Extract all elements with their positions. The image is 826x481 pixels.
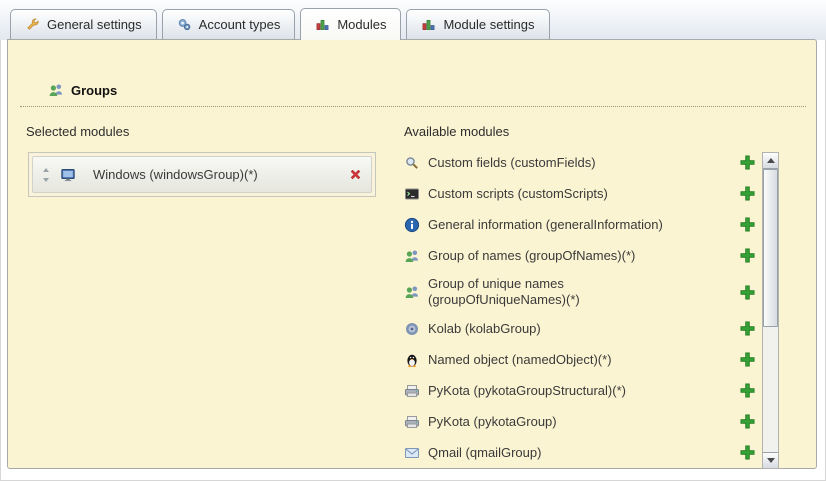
section-header: Groups xyxy=(48,82,117,98)
tab-label: Modules xyxy=(337,17,386,32)
arrow-up-icon xyxy=(767,158,775,163)
add-module-button[interactable] xyxy=(739,154,756,171)
tab-module-settings[interactable]: Module settings xyxy=(406,9,549,39)
scroll-thumb[interactable] xyxy=(763,169,778,327)
add-module-button[interactable] xyxy=(739,247,756,264)
plus-icon xyxy=(739,154,756,171)
red-x-icon xyxy=(348,167,363,182)
tab-label: Module settings xyxy=(443,17,534,32)
tab-label: General settings xyxy=(47,17,142,32)
gears-icon xyxy=(177,17,192,32)
scroll-up-button[interactable] xyxy=(763,153,778,169)
add-module-button[interactable] xyxy=(739,444,756,461)
plus-icon xyxy=(739,351,756,368)
tab-label: Account types xyxy=(199,17,281,32)
add-module-button[interactable] xyxy=(739,284,756,301)
group-icon xyxy=(404,248,420,264)
info-icon xyxy=(404,217,420,233)
tab-account-types[interactable]: Account types xyxy=(162,9,296,39)
scrollbar[interactable] xyxy=(762,152,779,469)
bar-blocks-icon xyxy=(315,17,330,32)
selected-modules-box: Windows (windowsGroup)(*) xyxy=(28,152,376,197)
arrow-down-icon xyxy=(767,458,775,463)
module-row: Named object (namedObject)(*) xyxy=(404,349,762,370)
group-icon xyxy=(404,284,420,300)
selected-modules-heading: Selected modules xyxy=(26,124,129,139)
wrench-icon xyxy=(25,17,40,32)
add-module-button[interactable] xyxy=(739,185,756,202)
drag-handle-icon[interactable] xyxy=(41,167,51,183)
add-module-button[interactable] xyxy=(739,382,756,399)
bar-blocks-icon xyxy=(421,17,436,32)
magnifier-icon xyxy=(404,155,420,171)
divider xyxy=(20,106,806,107)
module-label: Custom fields (customFields) xyxy=(428,155,596,171)
selected-module-label: Windows (windowsGroup)(*) xyxy=(93,167,258,183)
module-row: Qmail (qmailGroup) xyxy=(404,442,762,463)
module-label: Group of names (groupOfNames)(*) xyxy=(428,248,635,264)
module-row: Custom fields (customFields) xyxy=(404,152,762,173)
plus-icon xyxy=(739,413,756,430)
plus-icon xyxy=(739,284,756,301)
app-window: General settings Account types Modules M… xyxy=(0,0,826,481)
module-row: General information (generalInformation) xyxy=(404,214,762,235)
plus-icon xyxy=(739,185,756,202)
tab-bar: General settings Account types Modules M… xyxy=(10,9,550,40)
plus-icon xyxy=(739,444,756,461)
module-label: PyKota (pykotaGroupStructural)(*) xyxy=(428,383,626,399)
module-label: General information (generalInformation) xyxy=(428,217,663,233)
available-modules-list: Custom fields (customFields) Custom scri… xyxy=(404,152,762,473)
tab-modules[interactable]: Modules xyxy=(300,8,401,40)
module-label: Group of unique names (groupOfUniqueName… xyxy=(428,276,694,308)
tab-general-settings[interactable]: General settings xyxy=(10,9,157,39)
plus-icon xyxy=(739,320,756,337)
envelope-icon xyxy=(404,445,420,461)
module-label: Named object (namedObject)(*) xyxy=(428,352,612,368)
add-module-button[interactable] xyxy=(739,351,756,368)
module-row: PyKota (pykotaGroupStructural)(*) xyxy=(404,380,762,401)
module-label: Custom scripts (customScripts) xyxy=(428,186,608,202)
group-icon xyxy=(48,82,64,98)
module-row: Group of unique names (groupOfUniqueName… xyxy=(404,276,762,308)
terminal-icon xyxy=(404,186,420,202)
plus-icon xyxy=(739,382,756,399)
scroll-down-button[interactable] xyxy=(763,452,778,468)
selected-module-row: Windows (windowsGroup)(*) xyxy=(32,156,372,193)
remove-module-button[interactable] xyxy=(348,167,363,182)
add-module-button[interactable] xyxy=(739,413,756,430)
add-module-button[interactable] xyxy=(739,320,756,337)
module-row: Custom scripts (customScripts) xyxy=(404,183,762,204)
kolab-icon xyxy=(404,321,420,337)
module-label: Qmail (qmailGroup) xyxy=(428,445,541,461)
module-row: Kolab (kolabGroup) xyxy=(404,318,762,339)
content-panel: Groups Selected modules Available module… xyxy=(7,39,817,469)
section-title: Groups xyxy=(71,83,117,98)
plus-icon xyxy=(739,247,756,264)
printer-icon xyxy=(404,383,420,399)
penguin-icon xyxy=(404,352,420,368)
module-row: PyKota (pykotaGroup) xyxy=(404,411,762,432)
module-row: Group of names (groupOfNames)(*) xyxy=(404,245,762,266)
plus-icon xyxy=(739,216,756,233)
module-label: PyKota (pykotaGroup) xyxy=(428,414,557,430)
printer-icon xyxy=(404,414,420,430)
add-module-button[interactable] xyxy=(739,216,756,233)
monitor-icon xyxy=(60,167,76,183)
available-modules-heading: Available modules xyxy=(404,124,509,139)
module-label: Kolab (kolabGroup) xyxy=(428,321,541,337)
